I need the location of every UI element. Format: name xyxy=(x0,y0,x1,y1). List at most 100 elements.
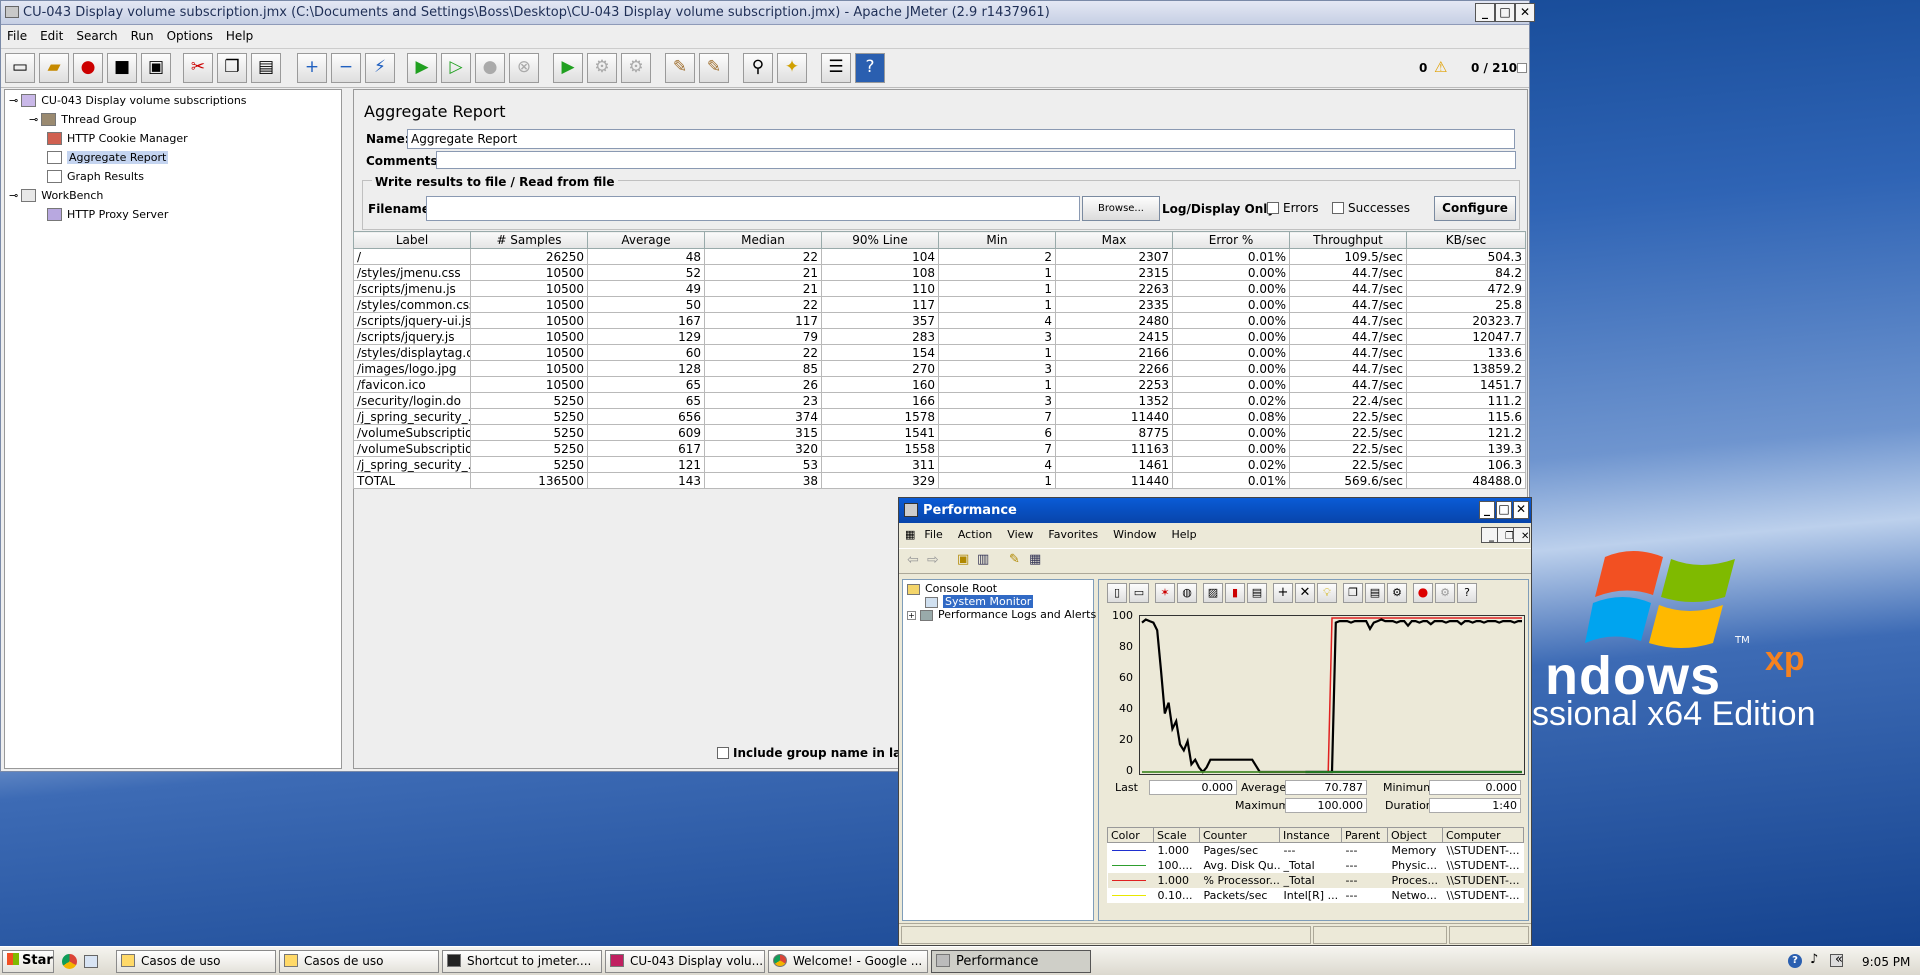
save-icon[interactable]: ■ xyxy=(107,53,137,83)
taskbar-item-performance[interactable]: Performance xyxy=(931,950,1091,973)
explorer-quicklaunch-icon[interactable] xyxy=(84,955,98,968)
tray-chevron-icon[interactable]: « xyxy=(1835,952,1843,967)
counter-column-header[interactable]: Computer xyxy=(1442,827,1524,843)
remote-start-icon[interactable]: ▶ xyxy=(553,53,583,83)
taskbar-item-jmeter-shortcut[interactable]: Shortcut to jmeter.... xyxy=(442,950,602,973)
new-counter-set-icon[interactable]: ▯ xyxy=(1107,583,1127,603)
remote-stop-icon[interactable]: ⚙ xyxy=(587,53,617,83)
successes-checkbox[interactable]: Successes xyxy=(1332,201,1410,215)
back-arrow-icon[interactable]: ⇦ xyxy=(907,552,919,568)
menu-run[interactable]: Run xyxy=(125,26,161,43)
properties-sheet-icon[interactable]: ⚙ xyxy=(1387,583,1407,603)
paste-counter-list-icon[interactable]: ▤ xyxy=(1365,583,1385,603)
child-restore-button[interactable]: ❐ xyxy=(1497,527,1514,543)
tree-node-proxy-server[interactable]: HTTP Proxy Server xyxy=(47,208,168,221)
tree-toggle-icon[interactable]: ⊸ xyxy=(9,189,18,202)
menu-edit[interactable]: Edit xyxy=(34,26,70,43)
child-minimize-button[interactable]: _ xyxy=(1481,527,1498,543)
column-header[interactable]: Median xyxy=(704,231,822,249)
freeze-display-icon[interactable]: ● xyxy=(1413,583,1433,603)
filename-input[interactable] xyxy=(426,196,1080,221)
highlight-icon[interactable]: 💡︎ xyxy=(1317,583,1337,603)
view-current-activity-icon[interactable]: ✶ xyxy=(1155,583,1175,603)
tree-node-workbench[interactable]: ⊸ WorkBench xyxy=(9,189,103,202)
column-header[interactable]: 90% Line xyxy=(821,231,939,249)
add-counter-icon[interactable]: + xyxy=(1273,583,1293,603)
clear-icon[interactable]: ✎ xyxy=(665,53,695,83)
counter-row[interactable]: 1.000 % Processor... _Total --- Proces... \\S… xyxy=(1107,872,1524,888)
counter-column-header[interactable]: Color xyxy=(1107,827,1154,843)
view-log-data-icon[interactable]: ◍ xyxy=(1177,583,1197,603)
forward-arrow-icon[interactable]: ⇨ xyxy=(927,552,939,568)
perf-close-button[interactable]: ✕ xyxy=(1513,501,1529,519)
column-header[interactable]: Throughput xyxy=(1289,231,1407,249)
expand-icon[interactable]: + xyxy=(297,53,327,83)
table-row[interactable]: /scripts/jquery-ui.js 10500 167 117 357 4 2480… xyxy=(353,312,1526,329)
column-header[interactable]: Error % xyxy=(1172,231,1290,249)
start-button[interactable]: Start xyxy=(2,950,54,973)
table-row[interactable]: /security/login.do 5250 65 23 166 3 1352 0.02% 2… xyxy=(353,392,1526,409)
clear-all-icon[interactable]: ✎ xyxy=(699,53,729,83)
start-no-pause-icon[interactable]: ▷ xyxy=(441,53,471,83)
table-row[interactable]: /favicon.ico 10500 65 26 160 1 2253 0.00% 44.7/s… xyxy=(353,376,1526,393)
expand-plus-icon[interactable]: + xyxy=(907,611,916,620)
save-as-icon[interactable]: ▣ xyxy=(141,53,171,83)
perf-menu-view[interactable]: View xyxy=(1000,525,1041,541)
configure-button[interactable]: Configure xyxy=(1434,196,1516,221)
tree-node-thread-group[interactable]: ⊸ Thread Group xyxy=(29,113,137,126)
stop-icon[interactable]: ● xyxy=(475,53,505,83)
column-header[interactable]: KB/sec xyxy=(1406,231,1526,249)
cut-icon[interactable]: ✂ xyxy=(183,53,213,83)
close-file-icon[interactable]: ● xyxy=(73,53,103,83)
table-row[interactable]: /images/logo.jpg 10500 128 85 270 3 2266 0.00% 4… xyxy=(353,360,1526,377)
warning-icon[interactable]: ⚠ xyxy=(1434,58,1447,76)
counter-column-header[interactable]: Parent xyxy=(1341,827,1388,843)
minimize-button[interactable]: _ xyxy=(1475,3,1495,22)
tray-volume-icon[interactable]: ♪ xyxy=(1810,952,1818,967)
column-header[interactable]: Max xyxy=(1055,231,1173,249)
perf-minimize-button[interactable]: _ xyxy=(1479,501,1495,519)
taskbar-item-chrome[interactable]: Welcome! - Google ... xyxy=(768,950,928,973)
errors-checkbox[interactable]: Errors xyxy=(1267,201,1319,215)
up-folder-icon[interactable]: ▣ xyxy=(957,552,969,567)
taskbar-item-casos-2[interactable]: Casos de uso xyxy=(279,950,439,973)
close-button[interactable]: ✕ xyxy=(1515,3,1535,22)
counter-column-header[interactable]: Counter xyxy=(1199,827,1280,843)
table-row[interactable]: /styles/displaytag.c...10500602215412166… xyxy=(353,344,1526,361)
counter-row[interactable]: 1.000 Pages/sec --- --- Memory \\STUDENT-... xyxy=(1108,843,1524,858)
delete-counter-icon[interactable]: ✕ xyxy=(1295,583,1315,603)
taskbar-item-jmeter[interactable]: CU-043 Display volu... xyxy=(605,950,765,973)
new-icon[interactable]: ▭ xyxy=(5,53,35,83)
child-close-button[interactable]: ✕ xyxy=(1513,527,1530,543)
perf-menu-favorites[interactable]: Favorites xyxy=(1041,525,1106,541)
performance-title-bar[interactable]: Performance _ □ ✕ xyxy=(899,498,1531,523)
tray-help-icon[interactable]: ? xyxy=(1788,954,1802,968)
table-row[interactable]: /26250 48 22 104 2 2307 0.01% 109.5/sec 504.3 xyxy=(353,248,1526,265)
tree-node-system-monitor[interactable]: System Monitor xyxy=(925,595,1034,608)
comments-input[interactable] xyxy=(436,151,1516,169)
tree-toggle-icon[interactable]: ⊸ xyxy=(9,94,18,107)
column-header[interactable]: Average xyxy=(587,231,705,249)
monitor-help-icon[interactable]: ? xyxy=(1457,583,1477,603)
counter-column-header[interactable]: Scale xyxy=(1153,827,1200,843)
table-row[interactable]: /styles/common.css 10500 50 22 117 1 2335 0.00%… xyxy=(353,296,1526,313)
table-row[interactable]: /j_spring_security_... 5250 121 53 311 4 1461 0… xyxy=(353,456,1526,473)
menu-search[interactable]: Search xyxy=(70,26,124,43)
table-row[interactable]: /scripts/jquery.js 10500 129 79 283 3 2415 0.00… xyxy=(353,328,1526,345)
taskbar-item-casos-1[interactable]: Casos de uso xyxy=(116,950,276,973)
counter-row[interactable]: 0.10... Packets/sec Intel[R] ... --- Netwo..… xyxy=(1108,888,1524,903)
properties-icon[interactable]: ✎ xyxy=(1009,552,1020,567)
table-row[interactable]: /volumeSubscriptio...5250609315154168775… xyxy=(353,424,1526,441)
help-icon[interactable]: ? xyxy=(855,53,885,83)
start-icon[interactable]: ▶ xyxy=(407,53,437,83)
counter-row[interactable]: 100.... Avg. Disk Qu... _Total --- Physic...… xyxy=(1108,858,1524,873)
view-graph-icon[interactable]: ▨ xyxy=(1203,583,1223,603)
collapse-icon[interactable]: − xyxy=(331,53,361,83)
table-row[interactable]: /scripts/jmenu.js 10500 49 21 110 1 2263 0.00% 4… xyxy=(353,280,1526,297)
table-row[interactable]: /j_spring_security_... 5250 656 374 1578 7 114… xyxy=(353,408,1526,425)
tree-node-console-root[interactable]: Console Root xyxy=(907,582,997,595)
perf-menu-help[interactable]: Help xyxy=(1164,525,1204,541)
table-row[interactable]: TOTAL 136500 143 38 329 1 11440 0.01% 569.6/sec 4… xyxy=(353,472,1526,489)
chrome-quicklaunch-icon[interactable] xyxy=(62,954,77,969)
table-row[interactable]: /styles/jmenu.css 10500 52 21 108 1 2315 0.00% 4… xyxy=(353,264,1526,281)
